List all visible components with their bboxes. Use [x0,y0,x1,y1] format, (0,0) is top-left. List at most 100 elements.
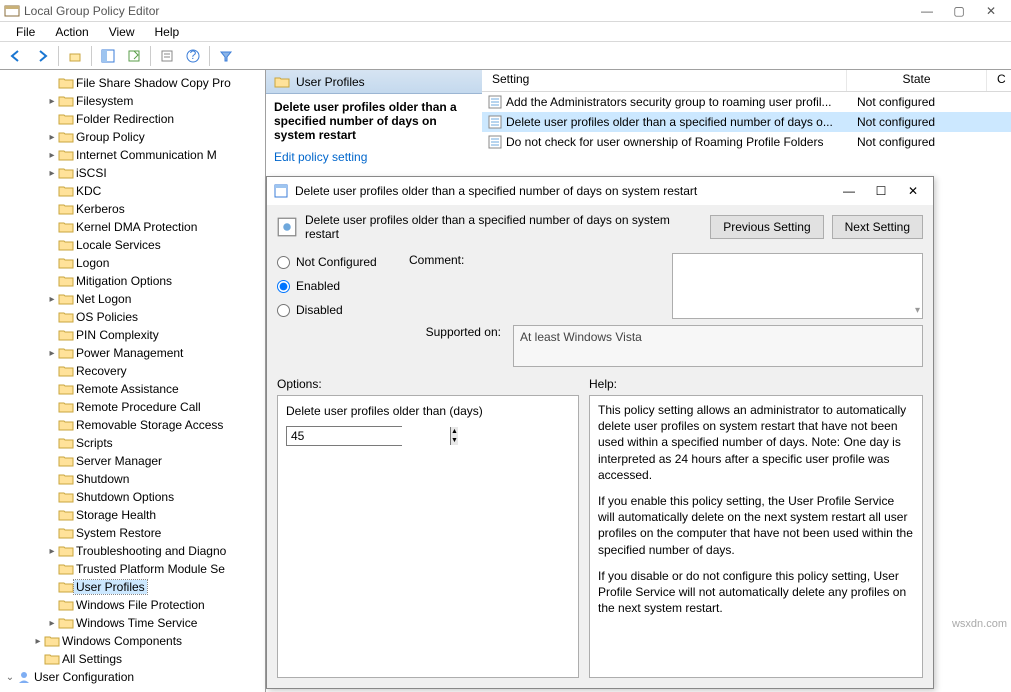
tree-item-label: Net Logon [74,292,133,306]
tree-pane[interactable]: ▸File Share Shadow Copy Pro▸Filesystem▸F… [0,70,266,692]
properties-button[interactable] [155,45,179,67]
comment-label: Comment: [409,253,660,267]
tree-item[interactable]: ▸OS Policies [0,308,265,326]
dialog-minimize-icon[interactable]: — [835,181,863,201]
folder-icon [58,598,74,612]
tree-item[interactable]: ▸Logon [0,254,265,272]
tree-item[interactable]: ▸Remote Assistance [0,380,265,398]
folder-icon [58,436,74,450]
tree-item[interactable]: ▸Windows File Protection [0,596,265,614]
tree-item[interactable]: ▸Internet Communication M [0,146,265,164]
tree-item[interactable]: ▸Kernel DMA Protection [0,218,265,236]
tree-item[interactable]: ▸User Profiles [0,578,265,596]
selected-policy-title: Delete user profiles older than a specif… [266,94,482,146]
svg-text:?: ? [190,49,197,62]
radio-not-configured[interactable]: Not Configured [277,255,397,269]
filter-button[interactable] [214,45,238,67]
comment-textarea[interactable]: ▾ [672,253,923,319]
col-setting[interactable]: Setting [482,70,847,91]
title-bar: Local Group Policy Editor — ▢ ✕ [0,0,1011,22]
folder-icon [58,274,74,288]
tree-item[interactable]: ▸Kerberos [0,200,265,218]
tree-item[interactable]: ▸Locale Services [0,236,265,254]
col-c[interactable]: C [987,70,1011,91]
col-state[interactable]: State [847,70,987,91]
tree-item[interactable]: ▸Server Manager [0,452,265,470]
tree-item[interactable]: ▸KDC [0,182,265,200]
folder-icon [58,580,74,594]
tree-item[interactable]: ▸Filesystem [0,92,265,110]
tree-item[interactable]: ▸Shutdown [0,470,265,488]
export-button[interactable] [122,45,146,67]
tree-user-configuration[interactable]: ⌄ User Configuration [0,668,265,686]
maximize-icon[interactable]: ▢ [951,4,967,18]
tree-item[interactable]: ▸Trusted Platform Module Se [0,560,265,578]
tree-item[interactable]: ▸Power Management [0,344,265,362]
tree-item[interactable]: ▸PIN Complexity [0,326,265,344]
tree-all-settings[interactable]: ▸ All Settings [0,650,265,668]
minimize-icon[interactable]: — [919,4,935,18]
help-button[interactable]: ? [181,45,205,67]
folder-icon [58,490,74,504]
tree-item-label: Troubleshooting and Diagno [74,544,228,558]
state-radios: Not Configured Enabled Disabled [277,253,397,319]
tree-item-label: Remote Assistance [74,382,181,396]
tree-item[interactable]: ▸Group Policy [0,128,265,146]
dialog-title: Delete user profiles older than a specif… [295,184,829,198]
tree-item-label: Windows File Protection [74,598,207,612]
folder-icon [58,346,74,360]
tree-item[interactable]: ▸Troubleshooting and Diagno [0,542,265,560]
tree-item[interactable]: ▸Removable Storage Access [0,416,265,434]
tree-item-label: Server Manager [74,454,164,468]
tree-item[interactable]: ▸Windows Time Service [0,614,265,632]
edit-policy-link[interactable]: Edit policy setting [266,146,482,168]
days-field[interactable] [287,427,450,445]
days-input[interactable]: ▲▼ [286,426,402,446]
up-button[interactable] [63,45,87,67]
dialog-maximize-icon[interactable]: ☐ [867,181,895,201]
tree-item-label: System Restore [74,526,163,540]
close-icon[interactable]: ✕ [983,4,999,18]
tree-item[interactable]: ▸System Restore [0,524,265,542]
spin-up-icon: ▲ [451,427,458,436]
spinner[interactable]: ▲▼ [450,427,458,445]
help-label: Help: [589,377,617,391]
tree-item[interactable]: ▸Scripts [0,434,265,452]
tree-item[interactable]: ▸iSCSI [0,164,265,182]
tree-item[interactable]: ▸Shutdown Options [0,488,265,506]
tree-item[interactable]: ▸Storage Health [0,506,265,524]
show-hide-button[interactable] [96,45,120,67]
dialog-subtitle: Delete user profiles older than a specif… [305,213,702,241]
tree-item[interactable]: ▸Folder Redirection [0,110,265,128]
radio-enabled[interactable]: Enabled [277,279,397,293]
grid-row[interactable]: Add the Administrators security group to… [482,92,1011,112]
tree-item-label: Remote Procedure Call [74,400,203,414]
tree-windows-components[interactable]: ▸ Windows Components [0,632,265,650]
tree-item-label: Scripts [74,436,115,450]
tree-item[interactable]: ▸Recovery [0,362,265,380]
dialog-close-icon[interactable]: ✕ [899,181,927,201]
policy-icon [273,183,289,199]
folder-icon [58,166,74,180]
folder-icon [58,382,74,396]
menu-action[interactable]: Action [45,23,98,41]
back-button[interactable] [4,45,28,67]
grid-row[interactable]: Do not check for user ownership of Roami… [482,132,1011,152]
tree-item[interactable]: ▸Net Logon [0,290,265,308]
spin-down-icon: ▼ [451,436,458,445]
options-panel: Delete user profiles older than (days) ▲… [277,395,579,678]
menu-view[interactable]: View [99,23,145,41]
radio-disabled[interactable]: Disabled [277,303,397,317]
tree-item[interactable]: ▸Mitigation Options [0,272,265,290]
forward-button[interactable] [30,45,54,67]
tree-item[interactable]: ▸File Share Shadow Copy Pro [0,74,265,92]
next-setting-button[interactable]: Next Setting [832,215,923,239]
folder-icon [58,400,74,414]
tree-item-label: Mitigation Options [74,274,174,288]
folder-icon [274,75,290,89]
menu-help[interactable]: Help [145,23,190,41]
grid-row[interactable]: Delete user profiles older than a specif… [482,112,1011,132]
tree-item[interactable]: ▸Remote Procedure Call [0,398,265,416]
previous-setting-button[interactable]: Previous Setting [710,215,823,239]
menu-file[interactable]: File [6,23,45,41]
